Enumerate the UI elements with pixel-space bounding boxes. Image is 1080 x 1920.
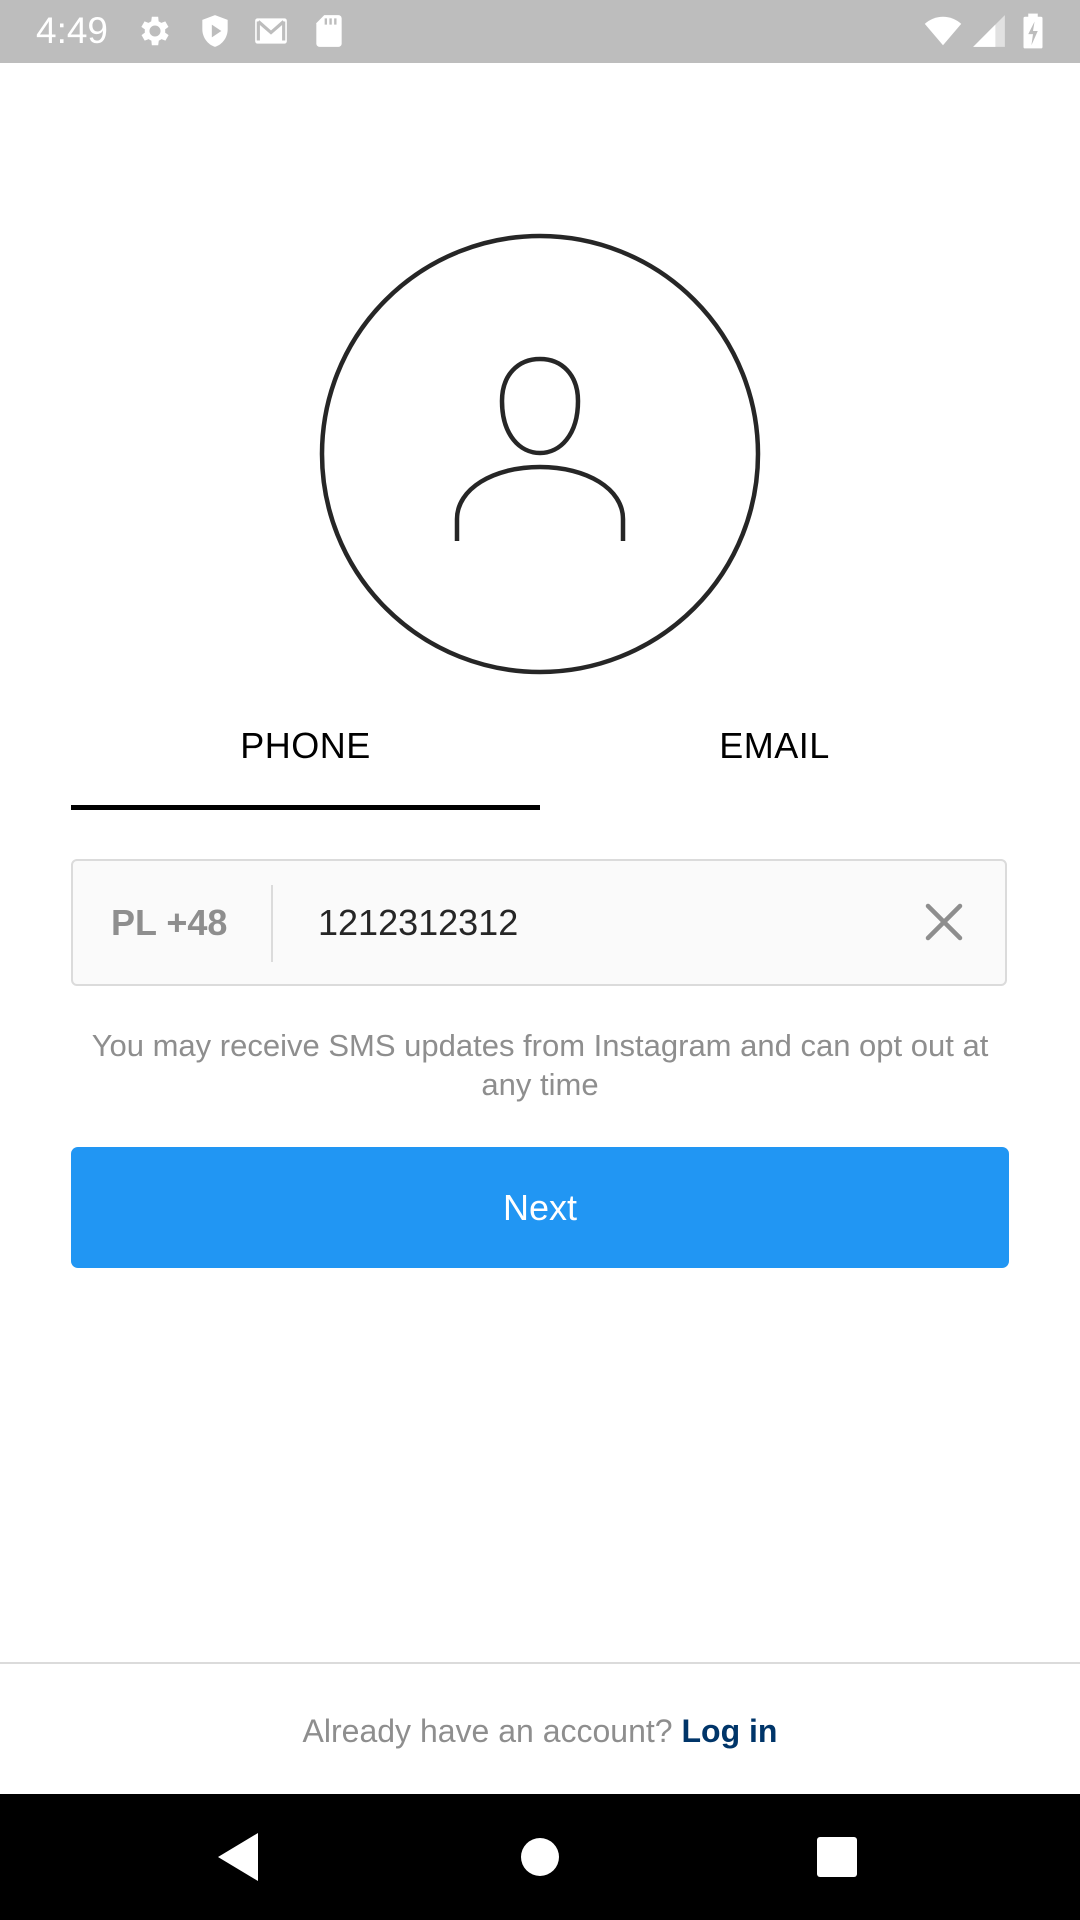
clear-icon[interactable] [913,891,975,953]
login-prompt-text: Already have an account? [302,1713,673,1749]
signup-screen: 4:49 PHONE EMAIL PL +48 1212312312 You m… [0,0,1080,1920]
profile-placeholder-icon [319,233,761,675]
tab-email[interactable]: EMAIL [540,700,1009,812]
back-icon[interactable] [208,1827,268,1887]
status-bar: 4:49 [0,0,1080,63]
login-link[interactable]: Log in [681,1713,777,1749]
gmail-icon [252,12,290,50]
sms-disclaimer: You may receive SMS updates from Instagr… [91,1028,989,1102]
battery-charging-icon [1018,12,1048,50]
field-divider [271,885,273,962]
navigation-bar [0,1794,1080,1920]
active-tab-indicator [71,805,540,810]
recents-icon[interactable] [807,1827,867,1887]
login-prompt: Already have an account? Log in [0,1664,1080,1794]
tab-phone[interactable]: PHONE [71,700,540,812]
phone-number-field: PL +48 [71,859,1007,986]
shield-icon [196,12,234,50]
next-button[interactable]: Next [71,1147,1009,1268]
status-time: 4:49 [36,10,109,51]
phone-input[interactable] [318,861,898,984]
signup-method-tabs: PHONE EMAIL [71,700,1009,812]
country-code-selector[interactable]: PL +48 [111,861,227,984]
sd-card-icon [310,12,348,50]
home-icon[interactable] [510,1827,570,1887]
wifi-icon [922,12,964,50]
settings-icon [136,12,174,50]
signal-icon [970,12,1008,50]
